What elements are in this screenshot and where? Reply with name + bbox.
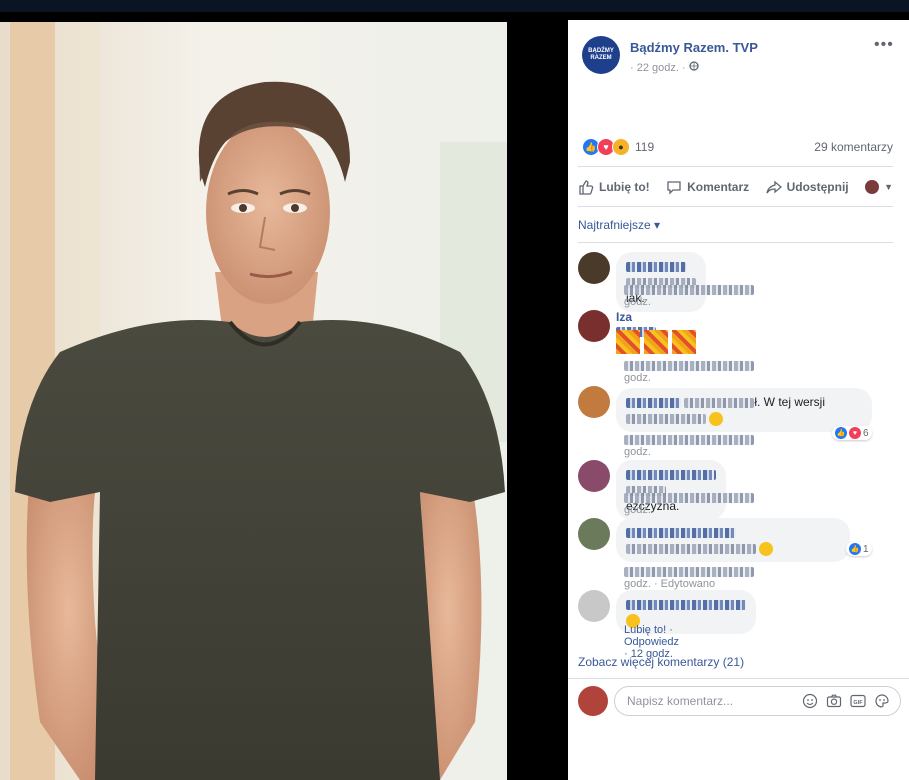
emoji-icon — [759, 541, 774, 556]
globe-icon — [689, 61, 699, 74]
post-actions: Lubię to! Komentarz Udostępnij ▼ — [578, 176, 893, 198]
comment-input[interactable] — [625, 693, 802, 709]
emoji-icon[interactable] — [802, 693, 818, 709]
reaction-count: 1 — [863, 543, 869, 555]
comment-text-blurred — [626, 413, 706, 424]
heart-eyes-emoji-icon — [672, 330, 696, 354]
comment-bubble — [616, 518, 850, 562]
comment-time: godz. — [624, 446, 651, 458]
share-label: Udostępnij — [786, 180, 849, 194]
comment-text: ł. W tej wersji — [754, 395, 826, 409]
comment-actions-blurred[interactable] — [624, 493, 754, 504]
divider — [578, 206, 893, 207]
comment-reactions[interactable]: 👍 1 — [846, 542, 872, 556]
comment-meta: godz. — [624, 492, 754, 516]
divider — [568, 678, 909, 679]
commenter-name-visible: Iza — [616, 310, 633, 324]
commenter-avatar[interactable] — [578, 460, 610, 492]
like-icon — [579, 180, 594, 195]
top-bar — [0, 0, 909, 12]
comment-text-blurred — [626, 543, 756, 554]
commenter-avatar[interactable] — [578, 310, 610, 342]
comment-time: godz. — [624, 504, 651, 516]
comment-time: godz. · Edytowano — [624, 578, 716, 590]
commenter-avatar[interactable] — [578, 252, 610, 284]
like-reaction-icon: 👍 — [835, 427, 847, 439]
page-avatar-text: BĄDŹMY RAZEM — [588, 48, 614, 61]
like-label: Lubię to! — [599, 180, 650, 194]
commenter-name[interactable] — [626, 469, 716, 480]
comment-time: godz. — [624, 372, 651, 384]
comment-reactions[interactable]: 👍 ♥ 6 — [832, 426, 872, 440]
audience-selector[interactable]: ▼ — [865, 180, 893, 194]
sticker-icon[interactable] — [874, 693, 890, 709]
comment-actions-blurred[interactable] — [624, 361, 754, 372]
chevron-down-icon: ▼ — [884, 182, 893, 192]
post-timestamp[interactable]: · 22 godz. · — [630, 61, 699, 74]
post-photo[interactable] — [0, 22, 507, 780]
share-icon — [765, 180, 782, 194]
comment-button[interactable]: Komentarz — [666, 179, 749, 195]
like-button[interactable]: Lubię to! — [578, 179, 650, 195]
view-more-comments-link[interactable]: Zobacz więcej komentarzy (21) — [578, 655, 744, 669]
like-reaction-icon: 👍 — [849, 543, 861, 555]
commenter-name[interactable] — [626, 397, 681, 408]
comment-time: godz. — [624, 296, 651, 308]
composer-icons: GIF — [802, 693, 890, 709]
love-reaction-icon: ♥ — [849, 427, 861, 439]
emoji-icon — [709, 411, 724, 426]
comment-meta: godz. — [624, 434, 754, 458]
comment-icon — [667, 181, 681, 195]
emoji-row — [616, 330, 696, 354]
comment-meta: godz. · Edytowano — [624, 566, 754, 590]
reaction-count: 119 — [635, 140, 655, 154]
comment-actions-blurred[interactable] — [624, 567, 754, 578]
comment-composer: GIF — [614, 686, 901, 716]
camera-icon[interactable] — [826, 693, 842, 709]
gif-icon[interactable]: GIF — [850, 693, 866, 709]
comment-label: Komentarz — [687, 180, 750, 194]
commenter-name[interactable] — [626, 599, 746, 610]
comment-text-blurred — [684, 397, 755, 408]
comment-bubble: ł. W tej wersji — [616, 388, 872, 432]
commenter-avatar[interactable] — [578, 590, 610, 622]
divider — [578, 166, 893, 167]
heart-eyes-emoji-icon — [644, 330, 668, 354]
commenter-avatar[interactable] — [578, 518, 610, 550]
more-icon[interactable]: ••• — [874, 36, 894, 54]
reaction-summary[interactable]: 👍 ♥ ● 119 — [582, 138, 654, 156]
commenter-name[interactable] — [626, 527, 736, 538]
comment-actions-blurred[interactable] — [624, 285, 754, 296]
share-button[interactable]: Udostępnij — [765, 179, 849, 195]
heart-eyes-emoji-icon — [616, 330, 640, 354]
comments-count-link[interactable]: 29 komentarzy — [814, 140, 893, 154]
user-avatar-small — [865, 180, 880, 194]
page-name-link[interactable]: Bądźmy Razem. TVP — [630, 40, 758, 55]
commenter-avatar[interactable] — [578, 386, 610, 418]
divider — [578, 242, 893, 243]
comment-meta: godz. — [624, 284, 754, 308]
wow-reaction-icon: ● — [612, 138, 630, 156]
page-avatar[interactable]: BĄDŹMY RAZEM — [582, 36, 620, 74]
reaction-count: 6 — [863, 427, 869, 439]
commenter-name[interactable] — [626, 261, 686, 272]
comment-meta: godz. — [624, 360, 754, 384]
current-user-avatar[interactable] — [578, 686, 608, 716]
post-time-text: · 22 godz. · — [630, 62, 686, 74]
comment-sort-dropdown[interactable]: Najtrafniejsze ▾ — [578, 218, 660, 232]
svg-text:GIF: GIF — [853, 700, 863, 706]
comment-actions-blurred[interactable] — [624, 435, 754, 446]
